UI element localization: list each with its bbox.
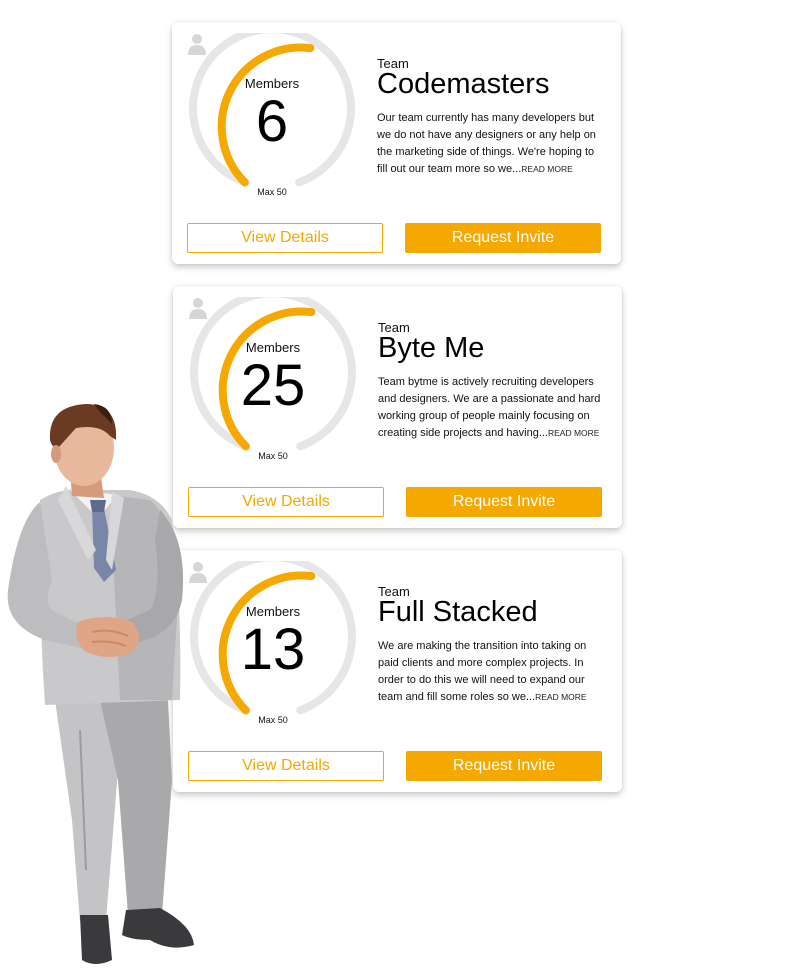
max-members: Max 50 <box>257 187 287 197</box>
team-card-full-stacked: Members 13 Max 50 Team Full Stacked We a… <box>173 550 622 792</box>
members-count: 25 <box>240 353 306 418</box>
request-invite-button[interactable]: Request Invite <box>406 751 602 781</box>
request-invite-button[interactable]: Request Invite <box>406 487 602 517</box>
businessman-illustration <box>7 404 194 964</box>
team-description: We are making the transition into taking… <box>378 638 604 706</box>
view-details-button[interactable]: View Details <box>187 223 383 253</box>
members-gauge: Members 25 Max 50 <box>189 297 357 465</box>
team-name: Full Stacked <box>378 596 538 628</box>
max-members: Max 50 <box>258 451 288 461</box>
view-details-button[interactable]: View Details <box>188 751 384 781</box>
read-more-link[interactable]: READ MORE <box>535 692 586 702</box>
members-gauge: Members 6 Max 50 <box>188 33 356 201</box>
team-card-byte-me: Members 25 Max 50 Team Byte Me Team bytm… <box>173 286 622 528</box>
members-count: 6 <box>255 89 289 154</box>
person-icon <box>188 34 206 55</box>
members-count: 13 <box>240 617 306 682</box>
request-invite-button[interactable]: Request Invite <box>405 223 601 253</box>
team-name: Byte Me <box>378 332 485 364</box>
team-description: Our team currently has many developers b… <box>377 110 603 178</box>
read-more-link[interactable]: READ MORE <box>521 164 572 174</box>
read-more-link[interactable]: READ MORE <box>548 428 599 438</box>
max-members: Max 50 <box>258 715 288 725</box>
view-details-button[interactable]: View Details <box>188 487 384 517</box>
team-description: Team bytme is actively recruiting develo… <box>378 374 604 442</box>
team-card-codemasters: Members 6 Max 50 Team Codemasters Our te… <box>172 22 621 264</box>
team-name: Codemasters <box>377 68 550 100</box>
members-gauge: Members 13 Max 50 <box>189 561 357 729</box>
person-icon <box>189 298 207 319</box>
